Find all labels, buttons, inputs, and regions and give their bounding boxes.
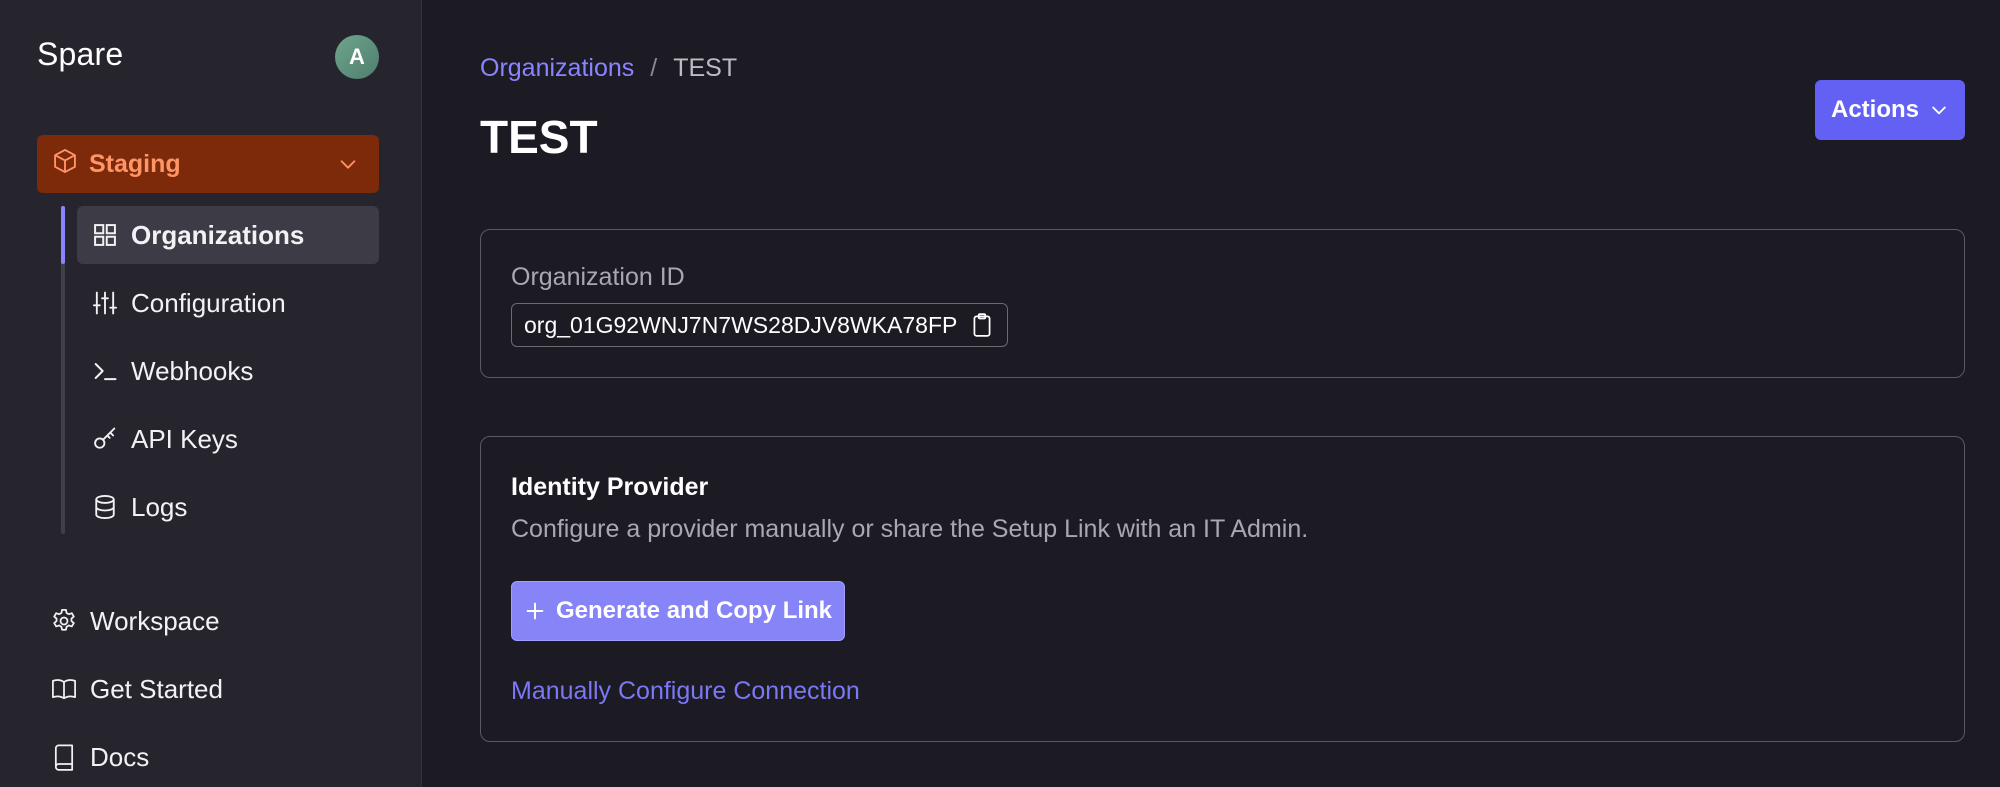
organization-id-card: Organization ID org_01G92WNJ7N7WS28DJV8W… (480, 229, 1965, 378)
cube-icon (51, 147, 79, 182)
sidebar-item-label: Get Started (90, 673, 223, 704)
sidebar-item-webhooks[interactable]: Webhooks (77, 342, 379, 400)
sidebar-item-configuration[interactable]: Configuration (77, 274, 379, 332)
manually-configure-connection-link[interactable]: Manually Configure Connection (511, 677, 860, 706)
sidebar-item-label: Organizations (131, 219, 305, 250)
generate-button-label: Generate and Copy Link (555, 597, 833, 624)
breadcrumb-organizations-link[interactable]: Organizations (480, 54, 634, 83)
sidebar: Spare A Staging Organizations Configurat… (0, 0, 422, 787)
plus-icon (524, 600, 546, 622)
sidebar-item-label: Webhooks (131, 355, 254, 386)
book-icon (50, 743, 78, 771)
database-icon (91, 493, 119, 521)
clipboard-icon[interactable] (969, 312, 995, 338)
sidebar-item-label: Workspace (90, 605, 220, 636)
breadcrumb: Organizations / TEST (480, 54, 737, 83)
grid-icon (91, 221, 119, 249)
open-book-icon (50, 675, 78, 703)
avatar[interactable]: A (335, 35, 379, 79)
chevron-down-icon (1929, 100, 1949, 120)
nav-active-indicator (61, 206, 65, 264)
identity-provider-description: Configure a provider manually or share t… (511, 515, 1309, 543)
organization-id-label: Organization ID (511, 263, 685, 291)
sidebar-item-label: Configuration (131, 287, 286, 318)
sidebar-item-label: Docs (90, 741, 150, 772)
terminal-icon (91, 357, 119, 385)
environment-switcher[interactable]: Staging (37, 135, 379, 193)
sidebar-item-label: API Keys (131, 423, 238, 454)
sidebar-item-api-keys[interactable]: API Keys (77, 410, 379, 468)
sidebar-item-organizations[interactable]: Organizations (77, 206, 379, 264)
breadcrumb-separator: / (650, 54, 658, 82)
sliders-icon (91, 289, 119, 317)
page-title: TEST (480, 111, 598, 163)
nav-tree-line (61, 206, 65, 534)
sidebar-item-workspace[interactable]: Workspace (50, 596, 220, 646)
actions-button[interactable]: Actions (1815, 80, 1965, 140)
sidebar-item-get-started[interactable]: Get Started (50, 664, 223, 714)
identity-provider-card: Identity Provider Configure a provider m… (480, 436, 1965, 742)
key-icon (91, 425, 119, 453)
gear-icon (50, 607, 78, 635)
brand-name: Spare (37, 36, 124, 72)
chevron-down-icon (337, 153, 359, 182)
sidebar-item-logs[interactable]: Logs (77, 478, 379, 536)
sidebar-item-label: Logs (131, 491, 188, 522)
actions-button-label: Actions (1830, 96, 1919, 123)
generate-and-copy-link-button[interactable]: Generate and Copy Link (511, 581, 845, 641)
identity-provider-title: Identity Provider (511, 473, 709, 501)
sidebar-item-docs[interactable]: Docs (50, 732, 149, 782)
organization-id-value: org_01G92WNJ7N7WS28DJV8WKA78FP (524, 311, 958, 338)
environment-label: Staging (89, 149, 181, 178)
breadcrumb-current: TEST (673, 54, 738, 82)
organization-id-field[interactable]: org_01G92WNJ7N7WS28DJV8WKA78FP (511, 303, 1009, 347)
